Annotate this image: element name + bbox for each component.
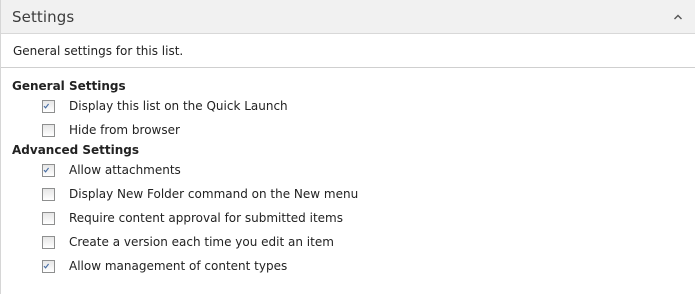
option-new-folder-command[interactable]: Display New Folder command on the New me… <box>42 182 695 206</box>
option-label: Display New Folder command on the New me… <box>69 187 359 201</box>
content-approval-checkbox[interactable] <box>42 211 55 225</box>
advanced-settings-group: Advanced Settings Allow attachments Disp… <box>12 142 695 278</box>
chevron-up-icon[interactable] <box>671 10 685 24</box>
settings-content: General Settings Display this list on th… <box>1 68 695 278</box>
checkmark-icon <box>43 103 50 109</box>
checkmark-icon <box>43 263 50 269</box>
option-label: Allow attachments <box>69 163 181 177</box>
new-folder-command-checkbox[interactable] <box>42 187 55 201</box>
option-content-approval[interactable]: Require content approval for submitted i… <box>42 206 695 230</box>
option-content-types[interactable]: Allow management of content types <box>42 254 695 278</box>
option-hide-from-browser[interactable]: Hide from browser <box>42 118 695 142</box>
group-heading: General Settings <box>12 79 126 93</box>
option-versioning[interactable]: Create a version each time you edit an i… <box>42 230 695 254</box>
option-label: Create a version each time you edit an i… <box>69 235 334 249</box>
option-label: Hide from browser <box>69 123 180 137</box>
general-settings-group: General Settings Display this list on th… <box>12 78 695 142</box>
settings-panel: Settings General settings for this list.… <box>0 0 695 294</box>
checkmark-icon <box>43 167 50 173</box>
section-title: Settings <box>12 7 75 26</box>
content-types-checkbox[interactable] <box>42 259 55 273</box>
quick-launch-checkbox[interactable] <box>42 99 55 113</box>
section-header[interactable]: Settings <box>1 0 695 34</box>
option-label: Require content approval for submitted i… <box>69 211 343 225</box>
option-allow-attachments[interactable]: Allow attachments <box>42 158 695 182</box>
group-heading: Advanced Settings <box>12 143 140 157</box>
section-description: General settings for this list. <box>1 34 695 68</box>
option-label: Display this list on the Quick Launch <box>69 99 288 113</box>
option-quick-launch[interactable]: Display this list on the Quick Launch <box>42 94 695 118</box>
allow-attachments-checkbox[interactable] <box>42 163 55 177</box>
option-label: Allow management of content types <box>69 259 288 273</box>
versioning-checkbox[interactable] <box>42 235 55 249</box>
hide-from-browser-checkbox[interactable] <box>42 123 55 137</box>
